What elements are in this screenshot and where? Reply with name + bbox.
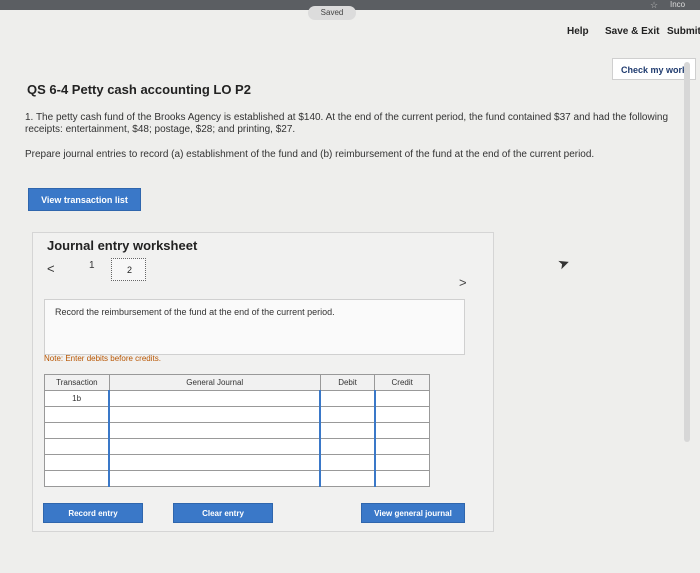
clear-entry-button[interactable]: Clear entry <box>173 503 273 523</box>
help-link[interactable]: Help <box>567 26 589 37</box>
credit-input[interactable] <box>373 454 430 471</box>
account-input[interactable] <box>108 454 322 471</box>
transaction-cell <box>44 470 110 487</box>
col-debit: Debit <box>319 374 376 391</box>
top-right-label: Inco <box>670 0 686 9</box>
chevron-left-icon[interactable]: < <box>47 261 55 276</box>
col-credit: Credit <box>374 374 430 391</box>
table-row <box>44 454 430 471</box>
table-row <box>44 406 430 423</box>
account-input[interactable] <box>108 406 322 423</box>
debit-input[interactable] <box>319 406 376 423</box>
scrollbar[interactable] <box>684 62 690 442</box>
chevron-right-icon[interactable]: > <box>459 275 467 290</box>
view-general-journal-button[interactable]: View general journal <box>361 503 465 523</box>
debit-input[interactable] <box>319 390 376 407</box>
debit-input[interactable] <box>319 422 376 439</box>
account-input[interactable] <box>108 390 322 407</box>
col-transaction: Transaction <box>44 374 110 391</box>
view-transaction-list-button[interactable]: View transaction list <box>28 188 141 211</box>
table-row <box>44 422 430 439</box>
mouse-cursor-icon: ➤ <box>555 253 572 273</box>
table-row <box>44 470 430 487</box>
question-text: 1. The petty cash fund of the Brooks Age… <box>25 112 669 135</box>
debit-input[interactable] <box>319 470 376 487</box>
submit-link[interactable]: Submit <box>667 26 700 37</box>
transaction-cell <box>44 438 110 455</box>
journal-entry-worksheet: Journal entry worksheet < 1 2 > Record t… <box>32 232 494 532</box>
credit-input[interactable] <box>373 422 430 439</box>
debit-input[interactable] <box>319 438 376 455</box>
debit-input[interactable] <box>319 454 376 471</box>
save-exit-link[interactable]: Save & Exit <box>605 26 659 37</box>
transaction-cell <box>44 422 110 439</box>
worksheet-title: Journal entry worksheet <box>47 238 198 253</box>
account-input[interactable] <box>108 422 322 439</box>
page-tab-2-active[interactable]: 2 <box>111 258 146 281</box>
transaction-cell <box>44 406 110 423</box>
transaction-cell: 1b <box>44 390 110 407</box>
page-tab-1[interactable]: 1 <box>89 260 95 271</box>
transaction-cell <box>44 454 110 471</box>
table-row <box>44 438 430 455</box>
debits-note: Note: Enter debits before credits. <box>44 354 161 363</box>
star-icon[interactable]: ☆ <box>650 0 658 11</box>
question-prompt: Prepare journal entries to record (a) es… <box>25 149 595 160</box>
col-general-journal: General Journal <box>108 374 321 391</box>
account-input[interactable] <box>108 470 322 487</box>
instruction-box: Record the reimbursement of the fund at … <box>44 299 465 355</box>
credit-input[interactable] <box>373 406 430 423</box>
record-entry-button[interactable]: Record entry <box>43 503 143 523</box>
table-row: 1b <box>44 390 430 407</box>
page-title: QS 6-4 Petty cash accounting LO P2 <box>27 82 251 97</box>
journal-table: Transaction General Journal Debit Credit… <box>44 374 430 487</box>
credit-input[interactable] <box>373 438 430 455</box>
saved-status: Saved <box>308 6 356 20</box>
credit-input[interactable] <box>373 470 430 487</box>
account-input[interactable] <box>108 438 322 455</box>
instruction-text: Record the reimbursement of the fund at … <box>55 307 335 317</box>
page-tab-2-label: 2 <box>127 265 133 275</box>
credit-input[interactable] <box>373 390 430 407</box>
